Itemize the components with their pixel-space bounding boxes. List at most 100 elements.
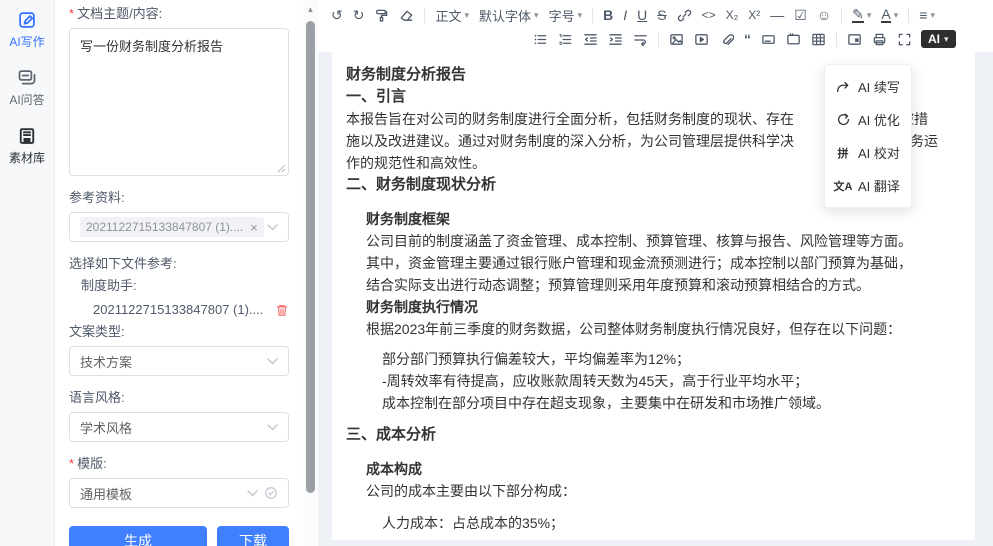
template-select[interactable]: 通用模板: [69, 478, 289, 508]
trash-icon[interactable]: [275, 303, 289, 317]
menu-item-label: AI 优化: [858, 110, 900, 129]
circle-check-icon[interactable]: [264, 486, 278, 500]
subscript-button[interactable]: X₂: [721, 4, 744, 26]
align-button[interactable]: ≡▾: [914, 4, 940, 26]
emoji-button[interactable]: ☺: [812, 4, 836, 26]
doc-list-item: -周转效率有待提高，应收账款周转天数为45天，高于行业平均水平；: [382, 370, 961, 392]
doc-paragraph-line: 根据2023年前三季度的财务数据，公司整体财务制度执行情况良好，但存在以下问题：: [366, 318, 961, 340]
menu-item-label: AI 校对: [858, 143, 900, 162]
insert-table-button[interactable]: [806, 28, 831, 50]
chevron-down-icon: [267, 224, 278, 231]
download-button[interactable]: 下载: [217, 526, 289, 546]
format-painter-button[interactable]: [369, 4, 394, 26]
italic-button[interactable]: I: [618, 4, 632, 26]
insert-video-button[interactable]: [689, 28, 714, 50]
panel-scrollbar: ▲: [303, 0, 318, 546]
reference-tag: 2021122715133847807 (1).... ×: [80, 217, 264, 237]
chevron-down-icon: ▾: [578, 10, 583, 21]
rail-item-library[interactable]: 素材库: [9, 126, 45, 166]
scroll-up-arrow[interactable]: ▲: [307, 5, 315, 14]
strikethrough-button[interactable]: S: [652, 4, 671, 26]
file-section-label: 选择如下文件参考:: [69, 256, 289, 272]
menu-item-ai-optimize[interactable]: AI 优化: [825, 103, 911, 136]
ai-write-icon: [17, 10, 37, 30]
chevron-down-icon: ▾: [894, 10, 899, 21]
attachment-button[interactable]: [714, 28, 739, 50]
left-rail: AI写作 AI问答 素材库: [0, 0, 55, 546]
highlight-color-button[interactable]: ✎▾: [847, 4, 876, 26]
subscript-icon: X₂: [726, 9, 739, 21]
link-button[interactable]: [672, 4, 697, 26]
attachment-icon: [719, 32, 734, 47]
outdent-button[interactable]: [578, 28, 603, 50]
line-wrap-button[interactable]: [628, 28, 653, 50]
font-size-select[interactable]: 字号▾: [544, 4, 588, 26]
menu-item-label: AI 翻译: [858, 176, 900, 195]
doc-list-item: 成本控制在部分项目中存在超支现象，主要集中在研发和市场推广领域。: [382, 392, 961, 414]
panel-layout-button[interactable]: [842, 28, 867, 50]
code-button[interactable]: <>: [697, 4, 721, 26]
rail-item-ai-qa[interactable]: AI问答: [9, 68, 44, 108]
undo-button[interactable]: ↺: [326, 4, 348, 26]
eraser-button[interactable]: [394, 4, 419, 26]
code-icon: <>: [702, 9, 716, 21]
rail-item-label: AI写作: [9, 33, 44, 50]
horizontal-rule-button[interactable]: —: [765, 4, 789, 26]
topic-label: *文档主题/内容:: [69, 6, 289, 22]
doc-type-select[interactable]: 技术方案: [69, 346, 289, 376]
file-row: 2021122715133847807 (1)....: [93, 302, 289, 318]
textarea-resize-handle[interactable]: [277, 164, 286, 173]
reference-select[interactable]: 2021122715133847807 (1).... ×: [69, 212, 289, 242]
generate-button[interactable]: 生成: [69, 526, 207, 546]
callout-button[interactable]: [781, 28, 806, 50]
doc-text: 施以及改进建议。通过对财务制度的深入分析，为公司管理层提供科学决: [346, 133, 794, 149]
redo-button[interactable]: ↻: [348, 4, 370, 26]
superscript-button[interactable]: X²: [743, 4, 765, 26]
text-box-button[interactable]: [756, 28, 781, 50]
toolbar-divider: [841, 8, 842, 23]
menu-item-ai-continue[interactable]: AI 续写: [825, 70, 911, 103]
toolbar-divider: [836, 32, 837, 47]
paragraph-style-select[interactable]: 正文▾: [430, 4, 474, 26]
topic-textarea[interactable]: 写一份财务制度分析报告: [69, 28, 289, 176]
tag-close-icon[interactable]: ×: [250, 221, 258, 234]
image-icon: [669, 32, 684, 47]
chevron-down-icon: ▾: [534, 10, 539, 21]
indent-button[interactable]: [603, 28, 628, 50]
doc-paragraph-line: 其中，资金管理主要通过银行账户管理和现金流预测进行；成本控制以部门预算为基础，: [366, 252, 961, 274]
menu-item-ai-proofread[interactable]: 拼 AI 校对: [825, 136, 911, 169]
eraser-icon: [399, 8, 414, 23]
bold-button[interactable]: B: [598, 4, 618, 26]
font-family-select[interactable]: 默认字体▾: [474, 4, 544, 26]
file-name: 2021122715133847807 (1)....: [93, 302, 263, 318]
blockquote-icon: “: [744, 32, 751, 46]
menu-item-ai-translate[interactable]: 文A AI 翻译: [825, 169, 911, 202]
toolbar-divider: [908, 8, 909, 23]
doc-type-label: 文案类型:: [69, 324, 289, 340]
doc-paragraph-line: 公司的成本主要由以下部分构成：: [366, 480, 961, 502]
link-icon: [677, 8, 692, 23]
underline-button[interactable]: U: [632, 4, 652, 26]
chevron-down-icon: ▾: [930, 10, 935, 21]
doc-paragraph-line: 结合实际支出进行动态调整；预算管理则采用年度预算和滚动预算相结合的方式。: [366, 274, 961, 296]
ai-dropdown-menu: AI 续写 AI 优化 拼 AI 校对 文A AI 翻译: [824, 64, 912, 208]
style-select[interactable]: 学术风格: [69, 412, 289, 442]
strikethrough-icon: S: [657, 8, 666, 22]
ai-menu-button[interactable]: AI▾: [921, 30, 956, 48]
scrollbar-thumb[interactable]: [306, 21, 315, 493]
print-button[interactable]: [867, 28, 892, 50]
blockquote-button[interactable]: “: [739, 28, 756, 50]
bullet-list-button[interactable]: [528, 28, 553, 50]
style-label: 语言风格:: [69, 390, 289, 406]
insert-image-button[interactable]: [664, 28, 689, 50]
font-color-button[interactable]: A▾: [876, 4, 903, 26]
ordered-list-button[interactable]: [553, 28, 578, 50]
fullscreen-button[interactable]: [892, 28, 917, 50]
redo-icon: ↻: [353, 8, 365, 22]
rail-item-label: 素材库: [9, 149, 45, 166]
chevron-down-icon: ▾: [867, 10, 872, 21]
doc-subheading-cost-structure: 成本构成: [366, 458, 961, 480]
doc-paragraph-line: 公司目前的制度涵盖了资金管理、成本控制、预算管理、核算与报告、风险管理等方面。: [366, 230, 961, 252]
rail-item-ai-write[interactable]: AI写作: [9, 10, 44, 50]
checkbox-button[interactable]: ☑: [789, 4, 812, 26]
